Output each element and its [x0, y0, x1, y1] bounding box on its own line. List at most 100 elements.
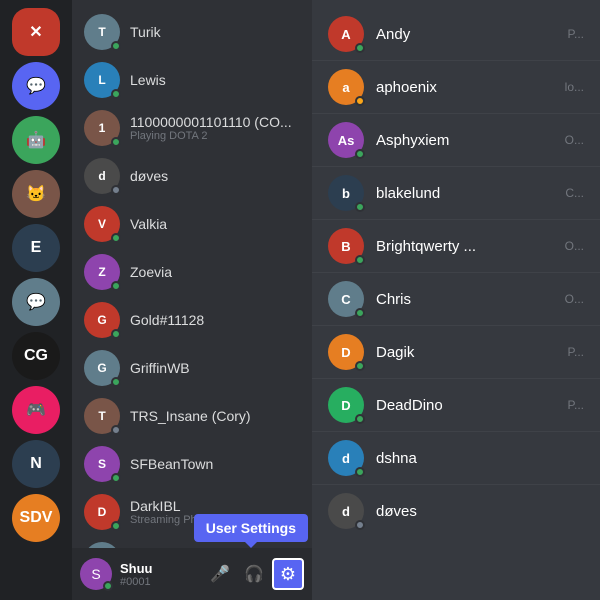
friend-item-5[interactable]: Z Zoevia: [76, 248, 308, 296]
gear-icon: ⚙: [280, 564, 296, 585]
friend-info-3: døves: [130, 168, 300, 184]
friend-info-8: TRS_Insane (Cory): [130, 408, 300, 424]
status-dot-6: [111, 329, 121, 339]
friend-info-6: Gold#11128: [130, 312, 300, 328]
right-avatar-wrapper-7: D: [328, 387, 364, 423]
avatar-wrapper-11: C: [84, 542, 120, 548]
right-status-dot-0: [355, 43, 365, 53]
avatar-wrapper-1: L: [84, 62, 120, 98]
friend-right-status-2: O...: [565, 133, 584, 147]
server-icon-chat-server[interactable]: 💬: [12, 278, 60, 326]
friend-name-10: DarkIBL: [130, 498, 300, 514]
right-avatar-wrapper-2: As: [328, 122, 364, 158]
server-icon-game-server[interactable]: 🎮: [12, 386, 60, 434]
avatar-wrapper-5: Z: [84, 254, 120, 290]
friend-right-status-1: lo...: [565, 80, 584, 94]
friend-right-item-0[interactable]: AAndyP...: [312, 8, 600, 60]
avatar-wrapper-7: G: [84, 350, 120, 386]
friend-item-6[interactable]: G Gold#11128: [76, 296, 308, 344]
status-dot-7: [111, 377, 121, 387]
status-dot-0: [111, 41, 121, 51]
friend-name-5: Zoevia: [130, 264, 300, 280]
status-dot-3: [111, 185, 121, 195]
friend-name-2: 1100000001101110 (CO...: [130, 114, 300, 130]
friend-right-item-8[interactable]: ddshna: [312, 431, 600, 484]
friend-name-4: Valkia: [130, 216, 300, 232]
server-icon-cogents[interactable]: CG: [12, 332, 60, 380]
friends-list: T Turik L Lewis 1 1100000001101110 (CO...Play…: [72, 0, 312, 548]
friend-item-1[interactable]: L Lewis: [76, 56, 308, 104]
friend-info-9: SFBeanTown: [130, 456, 300, 472]
user-panel-info: Shuu #0001: [120, 561, 196, 588]
friend-right-name-5: Chris: [376, 291, 553, 308]
avatar-wrapper-2: 1: [84, 110, 120, 146]
avatar-wrapper-8: T: [84, 398, 120, 434]
status-dot-4: [111, 233, 121, 243]
friend-right-name-4: Brightqwerty ...: [376, 238, 553, 255]
right-status-dot-4: [355, 255, 365, 265]
friend-right-item-7[interactable]: DDeadDinoP...: [312, 378, 600, 431]
friend-name-1: Lewis: [130, 72, 300, 88]
friend-item-2[interactable]: 1 1100000001101110 (CO...Playing DOTA 2: [76, 104, 308, 152]
right-status-dot-2: [355, 149, 365, 159]
server-sidebar: ✕ 💬 🤖 🐱 E 💬 CG 🎮 N SDV: [0, 0, 72, 600]
friend-name-0: Turik: [130, 24, 300, 40]
right-status-dot-6: [355, 361, 365, 371]
friend-info-1: Lewis: [130, 72, 300, 88]
friend-name-6: Gold#11128: [130, 312, 300, 328]
friend-right-status-0: P...: [568, 27, 584, 41]
server-icon-tool-server[interactable]: ✕: [12, 8, 60, 56]
friend-item-9[interactable]: SSFBeanTown: [76, 440, 308, 488]
server-icon-n-server[interactable]: N: [12, 440, 60, 488]
friend-info-2: 1100000001101110 (CO...Playing DOTA 2: [130, 114, 300, 142]
right-avatar-wrapper-6: D: [328, 334, 364, 370]
user-settings-button[interactable]: ⚙: [272, 558, 304, 590]
channel-sidebar: T Turik L Lewis 1 1100000001101110 (CO...Play…: [72, 0, 312, 600]
friend-right-item-3[interactable]: bblakelundC...: [312, 166, 600, 219]
avatar-wrapper-4: V: [84, 206, 120, 242]
right-avatar-wrapper-1: a: [328, 69, 364, 105]
user-settings-tooltip: User Settings: [194, 514, 308, 542]
friend-right-item-6[interactable]: D Dagik P...: [312, 325, 600, 378]
right-avatar-wrapper-4: B: [328, 228, 364, 264]
friends-right-list: AAndyP...aaphoenixlo...AsAsphyxiemO...bb…: [312, 0, 600, 600]
right-status-dot-8: [355, 467, 365, 477]
right-status-dot-5: [355, 308, 365, 318]
friend-right-item-2[interactable]: AsAsphyxiemO...: [312, 113, 600, 166]
status-dot-9: [111, 473, 121, 483]
server-icon-cat-server[interactable]: 🐱: [12, 170, 60, 218]
friend-info-0: Turik: [130, 24, 300, 40]
avatar-wrapper-6: G: [84, 302, 120, 338]
friend-right-item-5[interactable]: CChrisO...: [312, 272, 600, 325]
friend-item-4[interactable]: V Valkia: [76, 200, 308, 248]
friend-item-3[interactable]: ddøves: [76, 152, 308, 200]
server-icon-discord-server[interactable]: 💬: [12, 62, 60, 110]
server-icon-bot-server[interactable]: 🤖: [12, 116, 60, 164]
friend-name-7: GriffinWB: [130, 360, 300, 376]
avatar-wrapper-0: T: [84, 14, 120, 50]
user-panel-tag: #0001: [120, 576, 196, 588]
server-icon-sdv-server[interactable]: SDV: [12, 494, 60, 542]
friend-item-7[interactable]: G GriffinWB: [76, 344, 308, 392]
friend-item-8[interactable]: T TRS_Insane (Cory): [76, 392, 308, 440]
right-status-dot-7: [355, 414, 365, 424]
friend-info-4: Valkia: [130, 216, 300, 232]
user-avatar-wrapper: S: [80, 558, 112, 590]
friend-right-status-6: P...: [568, 345, 584, 359]
right-avatar-wrapper-9: d: [328, 493, 364, 529]
friend-right-item-4[interactable]: BBrightqwerty ...O...: [312, 219, 600, 272]
friend-item-0[interactable]: T Turik: [76, 8, 308, 56]
friend-right-item-1[interactable]: aaphoenixlo...: [312, 60, 600, 113]
right-avatar-wrapper-3: b: [328, 175, 364, 211]
server-icon-empyrean[interactable]: E: [12, 224, 60, 272]
mute-button[interactable]: 🎤: [204, 558, 236, 590]
main-content: AAndyP...aaphoenixlo...AsAsphyxiemO...bb…: [312, 0, 600, 600]
friend-right-name-6: Dagik: [376, 344, 556, 361]
friend-right-item-9[interactable]: ddøves: [312, 484, 600, 537]
friend-name-3: døves: [130, 168, 300, 184]
status-dot-5: [111, 281, 121, 291]
avatar-wrapper-10: D: [84, 494, 120, 530]
friend-right-name-9: døves: [376, 503, 584, 520]
deafen-button[interactable]: 🎧: [238, 558, 270, 590]
status-dot-10: [111, 521, 121, 531]
